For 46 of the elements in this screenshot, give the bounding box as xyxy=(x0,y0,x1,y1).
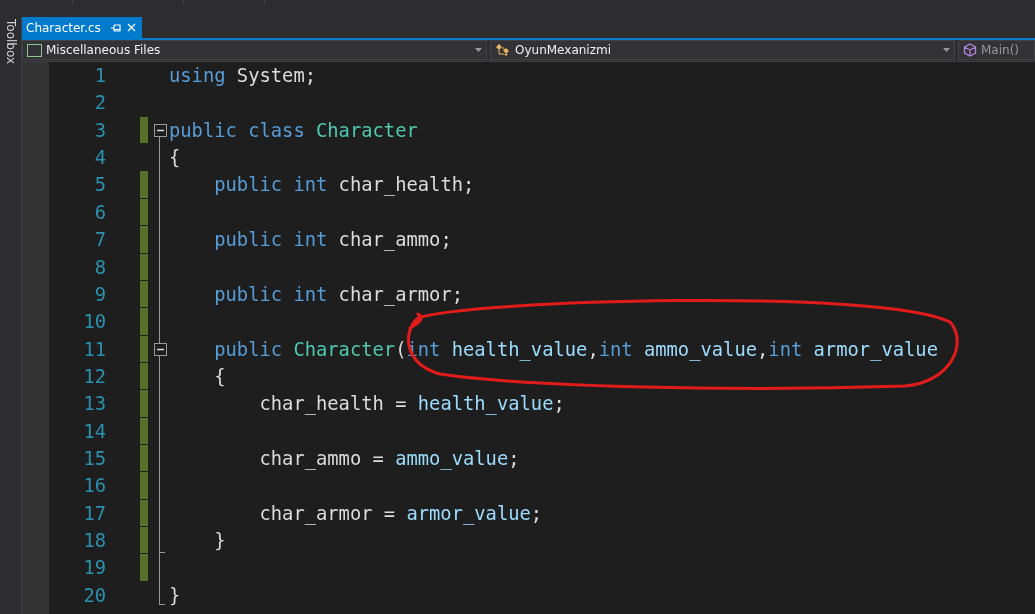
line-number: 19 xyxy=(82,556,106,581)
collapse-icon[interactable] xyxy=(153,123,167,137)
line-number: 4 xyxy=(93,146,106,171)
pin-icon[interactable] xyxy=(110,23,121,32)
line-number: 6 xyxy=(93,200,106,225)
navigation-dropdown[interactable]: Miscellaneous Files xyxy=(22,40,487,60)
navigation-dropdown[interactable]: Main() xyxy=(958,40,1035,60)
line-number: 18 xyxy=(82,529,106,554)
code-line: public class Character xyxy=(169,118,418,143)
line-number: 20 xyxy=(82,583,106,608)
file-tab[interactable]: Character.cs xyxy=(22,17,142,38)
code-line: using System; xyxy=(169,64,316,88)
code-line: char_health = health_value; xyxy=(258,392,565,417)
code-line: { xyxy=(213,364,226,389)
line-number: 14 xyxy=(82,419,106,444)
line-number: 2 xyxy=(93,91,106,116)
navigation-dropdown[interactable]: OyunMexanizmi xyxy=(490,40,955,60)
csharp-file-icon xyxy=(27,43,42,57)
code-line: char_armor = armor_value; xyxy=(258,501,543,527)
line-number: 7 xyxy=(93,228,106,253)
line-number: 12 xyxy=(82,364,106,389)
code-line: { xyxy=(169,146,181,171)
line-number: 16 xyxy=(82,474,106,499)
line-number: 3 xyxy=(93,118,106,143)
line-number: 17 xyxy=(82,501,106,526)
line-number: 13 xyxy=(82,392,106,417)
caret-icon xyxy=(475,48,482,52)
collapse-icon[interactable] xyxy=(153,342,167,356)
line-number: 9 xyxy=(93,282,106,307)
cube-icon xyxy=(963,43,977,57)
line-number: 15 xyxy=(82,447,106,472)
line-number: 8 xyxy=(93,255,106,280)
line-number: 11 xyxy=(82,337,106,362)
close-icon[interactable] xyxy=(126,23,136,32)
line-number: 5 xyxy=(93,173,106,198)
class-icon xyxy=(495,43,511,57)
line-number: 1 xyxy=(93,64,106,88)
code-line: public int char_ammo; xyxy=(213,228,452,253)
caret-icon xyxy=(943,48,950,52)
toolbox-tab[interactable]: Toolbox xyxy=(3,19,18,63)
code-line: char_ammo = ammo_value; xyxy=(258,447,520,472)
code-line: } xyxy=(213,529,226,554)
line-number: 10 xyxy=(82,310,106,335)
code-line: } xyxy=(169,583,181,608)
code-line: public int char_health; xyxy=(213,173,475,198)
code-line: public int char_armor; xyxy=(213,282,463,308)
